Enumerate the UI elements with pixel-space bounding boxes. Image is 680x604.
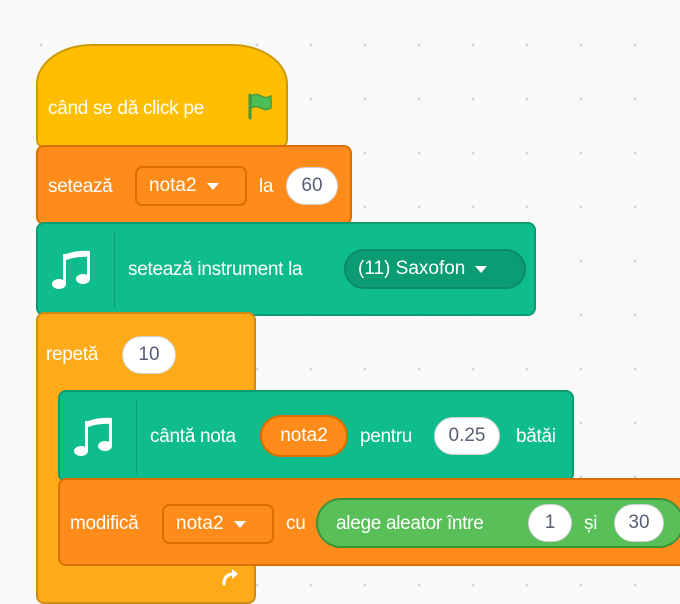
play-note-block[interactable]: cântă nota nota2 pentru 0.25 bătăi: [58, 390, 574, 482]
beats-label: bătăi: [516, 426, 556, 447]
set-instrument-label: setează instrument la: [128, 259, 303, 280]
code-canvas[interactable]: { "script": { "hat": { "label": "când se…: [0, 0, 680, 604]
variable-dropdown[interactable]: nota2: [135, 166, 247, 206]
when-flag-clicked-block[interactable]: când se dă click pe: [36, 44, 288, 148]
variable-dropdown[interactable]: nota2: [162, 504, 274, 544]
green-flag-icon: [246, 92, 274, 125]
pick-random-reporter[interactable]: alege aleator între 1 și 30: [316, 498, 680, 548]
repeat-block-footer: [36, 562, 256, 604]
repeat-count-input[interactable]: 10: [122, 336, 176, 374]
change-variable-block[interactable]: modifică nota2 cu alege aleator între 1 …: [58, 478, 680, 566]
chevron-down-icon: [206, 182, 219, 190]
play-note-for-label: pentru: [360, 426, 413, 447]
repeat-arrow-icon: [220, 566, 242, 593]
random-from-input[interactable]: 1: [528, 504, 572, 542]
chevron-down-icon: [475, 265, 488, 273]
beats-input[interactable]: 0.25: [434, 417, 500, 455]
when-flag-clicked-label: când se dă click pe: [48, 98, 204, 119]
set-instrument-block[interactable]: setează instrument la (11) Saxofon: [36, 222, 536, 316]
change-variable-label: modifică: [70, 513, 139, 534]
music-icon: [72, 415, 124, 466]
variable-dropdown-value: nota2: [149, 175, 197, 196]
instrument-dropdown-value: (11) Saxofon: [358, 258, 466, 279]
change-by-label: cu: [286, 513, 306, 534]
play-note-label: cântă nota: [150, 426, 236, 447]
instrument-dropdown[interactable]: (11) Saxofon: [344, 249, 526, 289]
set-value-input[interactable]: 60: [286, 167, 338, 205]
pick-random-label: alege aleator între: [336, 513, 484, 534]
random-and-label: și: [584, 513, 598, 534]
extension-divider: [114, 232, 115, 308]
random-to-input[interactable]: 30: [614, 504, 664, 542]
extension-divider: [136, 400, 137, 474]
chevron-down-icon: [233, 520, 246, 528]
set-variable-block[interactable]: setează nota2 la 60: [36, 145, 352, 225]
repeat-label: repetă: [46, 344, 99, 365]
set-variable-label: setează: [48, 176, 113, 197]
repeat-block[interactable]: repetă 10: [36, 312, 256, 394]
set-to-label: la: [259, 176, 274, 197]
note-variable-reporter[interactable]: nota2: [260, 415, 348, 457]
music-icon: [50, 248, 102, 299]
variable-dropdown-value: nota2: [176, 513, 224, 534]
